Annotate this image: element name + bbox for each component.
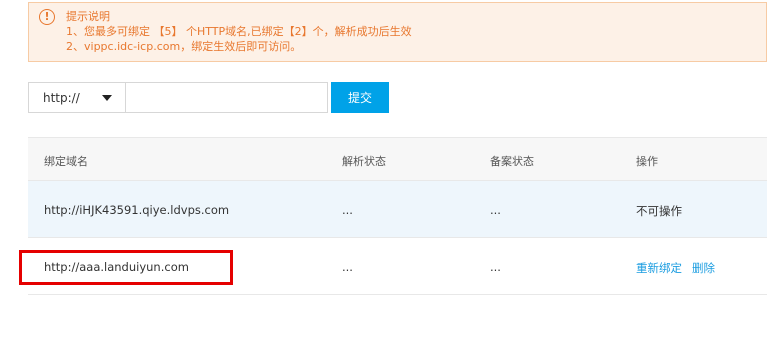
header-dns-status: 解析状态 <box>342 155 386 168</box>
notice-line-1: 1、您最多可绑定 【5】 个HTTP域名,已绑定【2】个，解析成功后生效 <box>66 25 412 38</box>
header-actions: 操作 <box>636 155 658 168</box>
table-header: 绑定域名 解析状态 备案状态 操作 <box>28 137 767 181</box>
row-icp-status: ... <box>490 203 501 217</box>
row-dns-status: ... <box>342 260 353 274</box>
table-row: http://iHJK43591.qiye.ldvps.com ... ... … <box>28 181 767 238</box>
highlight-annotation-box <box>19 250 233 285</box>
delete-link[interactable]: 删除 <box>692 261 715 275</box>
domain-input[interactable] <box>126 82 328 113</box>
notice-line-2: 2、vippc.idc-icp.com，绑定生效后即可访问。 <box>66 40 302 53</box>
rebind-link[interactable]: 重新绑定 <box>636 261 682 275</box>
row-icp-status: ... <box>490 260 501 274</box>
submit-button[interactable]: 提交 <box>331 82 389 113</box>
caret-down-icon <box>102 95 112 101</box>
header-domain: 绑定域名 <box>44 155 88 168</box>
exclamation-circle-icon: ! <box>39 9 55 25</box>
row-action-text: 不可操作 <box>636 204 682 218</box>
notice-text: 提示说明 1、您最多可绑定 【5】 个HTTP域名,已绑定【2】个，解析成功后生… <box>66 9 412 54</box>
notice-title: 提示说明 <box>66 10 110 23</box>
row-dns-status: ... <box>342 203 353 217</box>
protocol-selected-value: http:// <box>43 91 80 105</box>
header-icp-status: 备案状态 <box>490 155 534 168</box>
row-actions: 重新绑定 删除 <box>636 260 715 276</box>
protocol-select[interactable]: http:// <box>28 82 126 113</box>
row-domain: http://iHJK43591.qiye.ldvps.com <box>44 203 230 217</box>
notice-panel: ! 提示说明 1、您最多可绑定 【5】 个HTTP域名,已绑定【2】个，解析成功… <box>28 2 767 62</box>
